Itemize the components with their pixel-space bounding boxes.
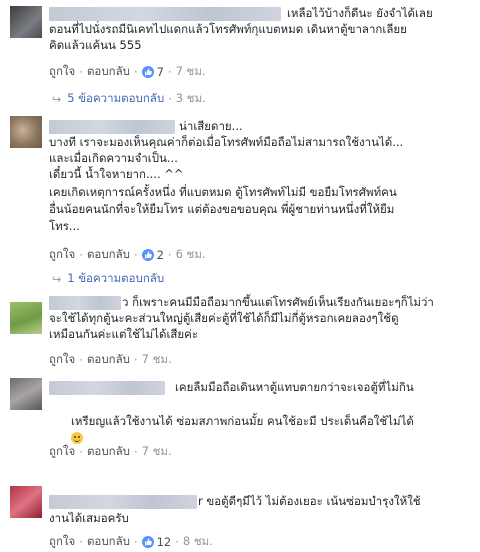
comment-5: r ขอตู้ดีๆมีไว้ ไม่ต้องเยอะ เน้นซ่อมบำรุ…: [0, 476, 480, 552]
reply-link[interactable]: ตอบกลับ: [87, 246, 130, 264]
comment-text-line: ว ก็เพราะคนมีมือถือมากขึ้นแต่โทรศัพย์เห็…: [122, 295, 434, 309]
reply-link[interactable]: ตอบกลับ: [87, 533, 130, 551]
view-replies-link[interactable]: ↪ 1 ข้อความตอบกลับ: [52, 270, 164, 288]
comment-text-line: งานได้เสมอครับ: [49, 511, 129, 525]
avatar[interactable]: [10, 6, 42, 38]
comment-4: เคยลืมมือถือเดินหาตู้แทบตายกว่าจะเจอตู้ท…: [0, 374, 480, 474]
comment-1: เหลือไว้บ้างก็ดีนะ ยังจำได้เลย ตอนที่ไปน…: [0, 0, 480, 110]
like-link[interactable]: ถูกใจ: [49, 533, 75, 551]
comment-text-line: เคยลืมมือถือเดินหาตู้แทบตายกว่าจะเจอตู้ท…: [175, 380, 414, 394]
comment-text-line: เหลือไว้บ้างก็ดีนะ ยังจำได้เลย: [287, 6, 433, 20]
timestamp[interactable]: 6 ชม.: [176, 246, 206, 264]
like-link[interactable]: ถูกใจ: [49, 63, 75, 81]
reaction-count[interactable]: 12: [157, 535, 172, 549]
comment-text-line: บางที เราจะมองเห็นคุณค่าก็ต่อเมื่อโทรศัพ…: [49, 135, 404, 149]
replies-count-label[interactable]: 1 ข้อความตอบกลับ: [67, 270, 164, 288]
avatar[interactable]: [10, 302, 42, 334]
comment-text-line: คิดแล้วแค้นน 555: [49, 38, 142, 52]
reply-arrow-icon: ↪: [52, 272, 62, 286]
replies-count-label[interactable]: 5 ข้อความตอบกลับ: [67, 90, 164, 108]
like-reaction-icon[interactable]: [141, 249, 154, 261]
view-replies-link[interactable]: ↪ 5 ข้อความตอบกลับ · 3 ชม.: [52, 90, 206, 108]
comment-text-line: r ขอตู้ดีๆมีไว้ ไม่ต้องเยอะ เน้นซ่อมบำรุ…: [198, 494, 421, 508]
timestamp[interactable]: 7 ชม.: [176, 63, 206, 81]
timestamp[interactable]: 7 ชม.: [142, 443, 172, 461]
comment-text: เหรียญแล้วใช้งานได้ ซ่อมสภาพก่อนมั้ย คนใ…: [70, 413, 414, 428]
author-name-redacted[interactable]: [49, 381, 165, 395]
comment-meta: ถูกใจ · ตอบกลับ · 7 · 7 ชม.: [49, 63, 206, 81]
comment-meta: ถูกใจ · ตอบกลับ · 2 · 6 ชม.: [49, 246, 206, 264]
like-reaction-icon[interactable]: [141, 536, 154, 548]
comment-text-line: ตอนที่ไปนั่งรถมีนิเคทไปแดกแล้วโทรศัพท์กุ…: [49, 22, 407, 36]
like-reaction-icon[interactable]: [141, 66, 154, 78]
comment-text-line: อื่นน้อยคนนักที่จะให้ยืมโทร แต่ต้องขอขอบ…: [49, 202, 395, 216]
avatar[interactable]: [10, 116, 42, 148]
comment-2: น่าเสียดาย... บางที เราจะมองเห็นคุณค่าก็…: [0, 112, 480, 290]
comment-meta: ถูกใจ · ตอบกลับ · 7 ชม.: [49, 351, 172, 369]
like-link[interactable]: ถูกใจ: [49, 443, 75, 461]
reply-link[interactable]: ตอบกลับ: [87, 351, 130, 369]
timestamp[interactable]: 7 ชม.: [142, 351, 172, 369]
reply-link[interactable]: ตอบกลับ: [87, 63, 130, 81]
comment-3: ว ก็เพราะคนมีมือถือมากขึ้นแต่โทรศัพย์เห็…: [0, 292, 480, 372]
author-name-redacted[interactable]: [49, 495, 197, 509]
comment-meta: ถูกใจ · ตอบกลับ · 12 · 8 ชม.: [49, 533, 213, 551]
comment-text-line: โทร...: [49, 219, 80, 233]
grinning-emoji-icon: [70, 431, 83, 444]
reply-arrow-icon: ↪: [52, 92, 62, 106]
like-link[interactable]: ถูกใจ: [49, 246, 75, 264]
comment-thread: เหลือไว้บ้างก็ดีนะ ยังจำได้เลย ตอนที่ไปน…: [0, 0, 480, 552]
comment-meta: ถูกใจ · ตอบกลับ · 7 ชม.: [49, 443, 172, 461]
replies-timestamp: 3 ชม.: [175, 91, 206, 105]
reply-link[interactable]: ตอบกลับ: [87, 443, 130, 461]
avatar[interactable]: [10, 378, 42, 410]
comment-text-line: น่าเสียดาย...: [179, 119, 243, 133]
comment-text-line: เหมือนกันค่ะแต่ใช้ไม่ได้เสียค่ะ: [49, 327, 199, 341]
author-name-redacted[interactable]: [49, 120, 175, 134]
like-link[interactable]: ถูกใจ: [49, 351, 75, 369]
comment-text-line: เดี๋ยวนี้ น้ำใจหายาก.... ^^: [49, 167, 184, 181]
author-name-redacted[interactable]: [49, 296, 121, 310]
comment-text-line: และเมื่อเกิดความจำเป็น...: [49, 151, 178, 165]
timestamp[interactable]: 8 ชม.: [183, 533, 213, 551]
comment-text-line: เคยเกิดเหตุการณ์ครั้งหนึ่ง ที่แบตหมด ตู้…: [49, 185, 397, 199]
reaction-count[interactable]: 7: [157, 65, 164, 79]
avatar[interactable]: [10, 486, 42, 518]
reaction-count[interactable]: 2: [157, 248, 164, 262]
comment-text-line: จะใช้ได้ทุกตู้นะคะส่วนใหญ่ตู้เสียค่ะตู้ท…: [49, 311, 399, 325]
author-name-redacted[interactable]: [49, 7, 281, 21]
